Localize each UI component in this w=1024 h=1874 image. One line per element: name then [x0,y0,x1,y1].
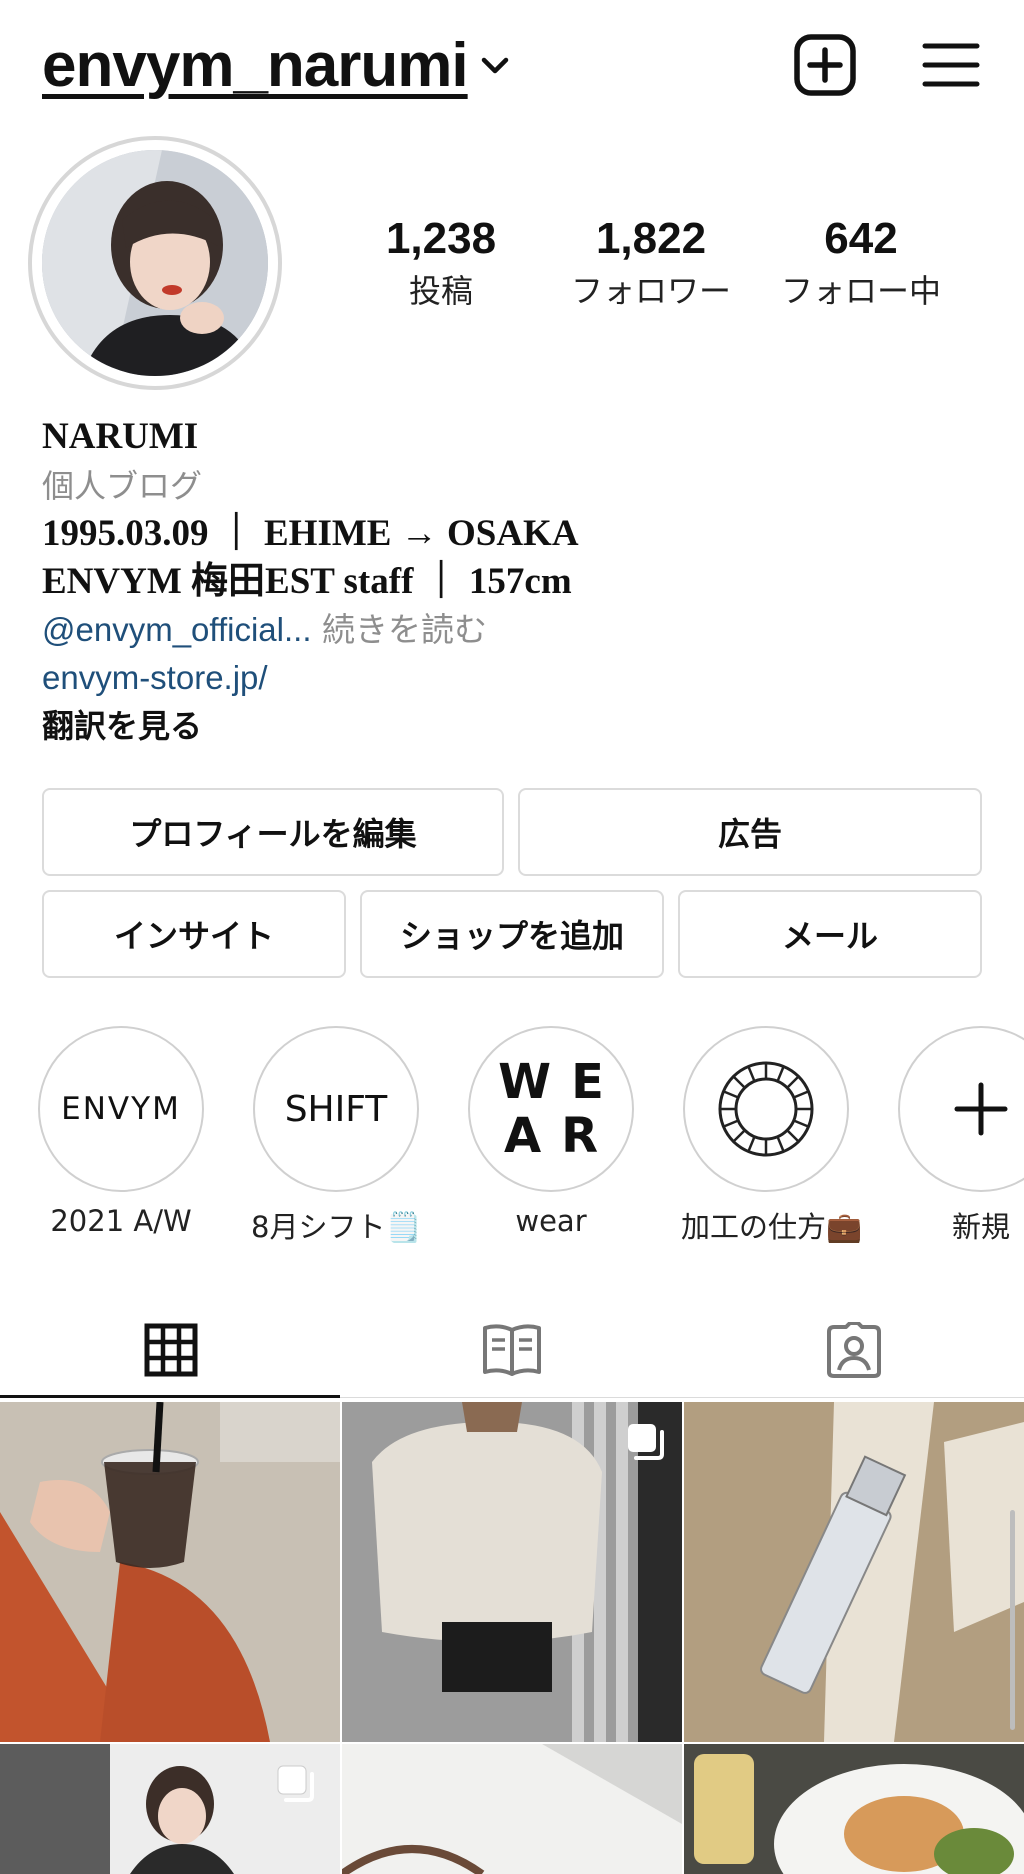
stat-followers[interactable]: 1,822 フォロワー [551,214,751,312]
iced-coffee-photo [0,1402,340,1742]
insights-button[interactable]: インサイト [42,890,346,978]
followers-label: フォロワー [570,272,731,310]
username[interactable]: envym_narumi [42,30,469,101]
chevron-down-icon[interactable] [478,49,512,83]
food-plate-photo [684,1744,1024,1874]
posts-label: 投稿 [408,272,473,310]
highlight-new[interactable]: 新規 [896,1026,1024,1246]
grid-post-6[interactable] [684,1744,1024,1874]
plus-icon [954,1082,1008,1136]
grid-post-2[interactable] [342,1402,682,1742]
website-link[interactable]: envym-store.jp/ [42,654,982,702]
ads-button[interactable]: 広告 [518,788,982,876]
stat-following[interactable]: 642 フォロー中 [761,214,961,312]
bio-line-birthday: 1995.03.09 ｜ EHIME → OSAKA [42,513,579,554]
highlight-cover: ENVYM [38,1026,204,1192]
highlight-wear[interactable]: WE AR wear [466,1026,636,1238]
tab-guides[interactable] [341,1300,683,1400]
mention-link[interactable]: @envym_official... [42,611,312,648]
menu-icon[interactable] [916,30,986,100]
bio-mention-row: @envym_official... 続きを読む [42,606,982,654]
add-shop-button[interactable]: ショップを追加 [360,890,664,978]
followers-count: 1,822 [595,214,707,263]
tab-posts-grid[interactable] [0,1300,341,1400]
multiple-photos-icon [277,1765,314,1802]
email-button[interactable]: メール [678,890,982,978]
grid-post-1[interactable] [0,1402,340,1742]
wear-line-2: AR [503,1108,619,1164]
highlight-editing[interactable]: 加工の仕方💼 [681,1026,863,1246]
grid-post-3[interactable] [684,1402,1024,1742]
avatar-photo [42,150,268,376]
bio-line-work: ENVYM 梅田EST staff ｜ 157cm [42,561,572,602]
read-more-link[interactable]: 続きを読む [312,610,487,649]
highlight-label: 加工の仕方💼 [681,1210,863,1244]
grid-icon [144,1323,197,1377]
highlight-cover-text: ENVYM [61,1091,181,1127]
profile-bio: NARUMI 個人ブログ 1995.03.09 ｜ EHIME → OSAKA … [42,412,982,750]
stat-posts[interactable]: 1,238 投稿 [341,214,541,312]
profile-header: envym_narumi [0,0,1024,130]
highlight-cover-text: WE AR [498,1055,624,1163]
following-label: フォロー中 [780,272,941,310]
highlight-label: 2021 A/W [50,1204,192,1238]
highlight-cover-text: SHIFT [284,1088,388,1130]
scrollbar[interactable] [1010,1510,1015,1730]
account-switcher[interactable]: envym_narumi [42,30,512,101]
new-post-icon[interactable] [790,30,860,100]
avatar[interactable] [42,150,268,376]
posts-count: 1,238 [385,214,497,263]
highlight-label: wear [515,1204,587,1238]
grid-post-5[interactable] [342,1744,682,1874]
multiple-photos-icon [628,1424,664,1460]
highlight-shift[interactable]: SHIFT 8月シフト🗒️ [251,1026,422,1246]
zara-perfume-photo [684,1402,1024,1742]
highlight-cover [898,1026,1024,1192]
edit-profile-button[interactable]: プロフィールを編集 [42,788,504,876]
following-count: 642 [824,214,898,263]
chair-shadow-photo [342,1744,682,1874]
active-tab-indicator [0,1395,340,1398]
highlight-envym[interactable]: ENVYM 2021 A/W [36,1026,206,1238]
highlight-cover [683,1026,849,1192]
highlight-label: 新規 [951,1210,1010,1244]
wear-line-1: WE [498,1054,624,1110]
tagged-person-icon [826,1322,881,1378]
guide-book-icon [483,1324,541,1376]
grid-post-4[interactable] [0,1744,340,1874]
category-label: 個人ブログ [42,467,203,505]
highlight-label: 8月シフト🗒️ [251,1210,422,1244]
highlight-cover: SHIFT [253,1026,419,1192]
display-name: NARUMI [42,416,199,457]
highlight-cover: WE AR [468,1026,634,1192]
ring-pattern-icon [718,1061,814,1157]
translate-link[interactable]: 翻訳を見る [42,702,982,750]
tab-tagged[interactable] [683,1300,1024,1400]
